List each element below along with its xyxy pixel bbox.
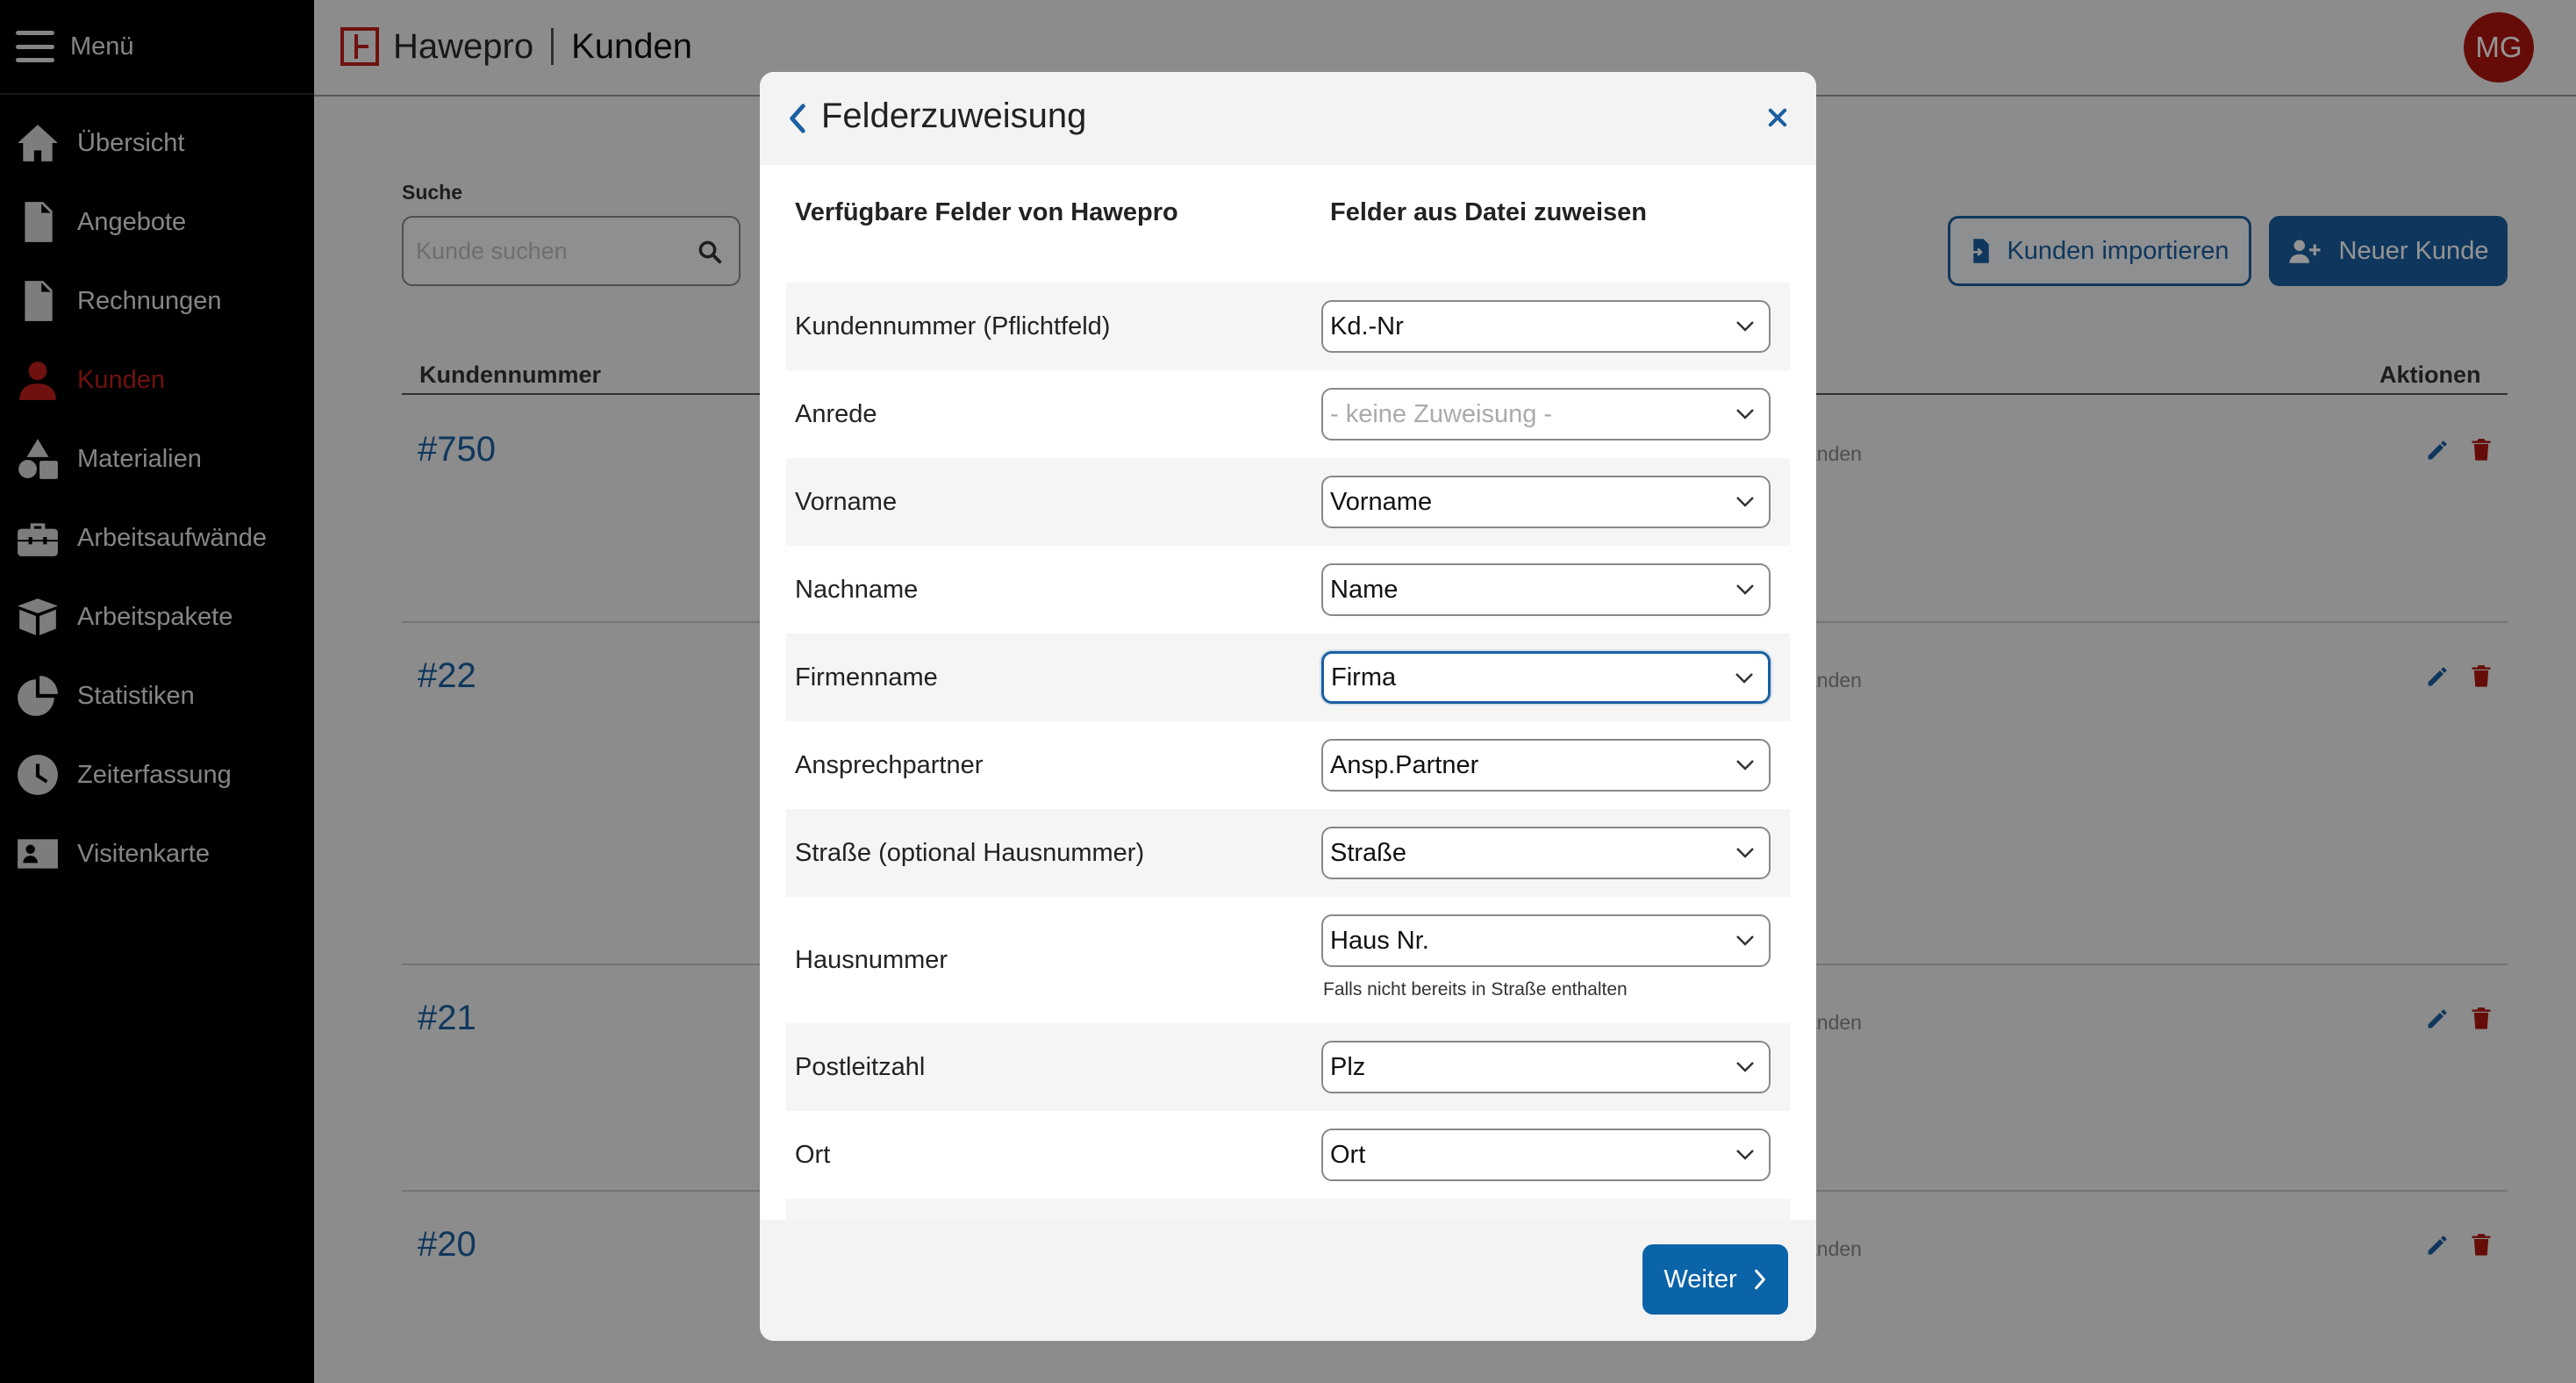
field-label: Straße (optional Hausnummer) bbox=[795, 838, 1145, 867]
chevron-down-icon bbox=[1736, 848, 1754, 858]
next-button-label: Weiter bbox=[1664, 1265, 1737, 1293]
chevron-down-icon bbox=[1735, 673, 1753, 684]
field-select-value: - keine Zuweisung - bbox=[1330, 399, 1553, 428]
mapping-row: Anrede - keine Zuweisung - bbox=[786, 370, 1790, 458]
mapping-row: Vorname Vorname bbox=[786, 458, 1790, 546]
field-select-value: Firma bbox=[1331, 663, 1397, 692]
mapping-row: Postleitzahl Plz bbox=[786, 1023, 1790, 1111]
field-select-value: Ansp.Partner bbox=[1330, 750, 1479, 779]
field-select[interactable]: Vorname bbox=[1321, 476, 1771, 528]
mapping-row: Hausnummer Haus Nr. Falls nicht bereits … bbox=[786, 897, 1790, 1023]
chevron-down-icon bbox=[1736, 1062, 1754, 1072]
field-select[interactable]: - keine Zuweisung - bbox=[1321, 388, 1771, 441]
mapping-row: Ansprechpartner Ansp.Partner bbox=[786, 721, 1790, 809]
field-label: Vorname bbox=[795, 487, 898, 516]
field-select-value: Straße bbox=[1330, 838, 1407, 867]
chevron-down-icon bbox=[1736, 1150, 1754, 1160]
chevron-right-icon bbox=[1754, 1269, 1765, 1290]
field-select-value: Plz bbox=[1330, 1052, 1366, 1081]
mapping-row: Nachname Name bbox=[786, 546, 1790, 634]
chevron-left-icon[interactable] bbox=[784, 102, 811, 135]
field-select[interactable]: Ort bbox=[1321, 1129, 1771, 1181]
field-label: Ort bbox=[795, 1140, 831, 1169]
next-button[interactable]: Weiter bbox=[1642, 1244, 1788, 1315]
field-select-value: Name bbox=[1330, 575, 1399, 604]
chevron-down-icon bbox=[1736, 584, 1754, 595]
field-label: Ansprechpartner bbox=[795, 750, 984, 779]
close-icon[interactable] bbox=[1765, 105, 1790, 130]
mapping-row: Kundennummer (Pflichtfeld) Kd.-Nr bbox=[786, 283, 1790, 370]
field-select[interactable]: Ansp.Partner bbox=[1321, 739, 1771, 792]
field-select-value: Kd.-Nr bbox=[1330, 312, 1404, 340]
column-title-assign: Felder aus Datei zuweisen bbox=[1330, 198, 1648, 226]
field-label: Postleitzahl bbox=[795, 1052, 926, 1081]
dialog-header: Felderzuweisung bbox=[760, 72, 1816, 165]
field-label: Hausnummer bbox=[795, 945, 948, 974]
mapping-row: Ort Ort bbox=[786, 1111, 1790, 1199]
field-label: Kundennummer (Pflichtfeld) bbox=[795, 312, 1111, 340]
field-select[interactable]: Kd.-Nr bbox=[1321, 300, 1771, 353]
field-label: Nachname bbox=[795, 575, 919, 604]
chevron-down-icon bbox=[1736, 497, 1754, 507]
mapping-row: Straße (optional Hausnummer) Straße bbox=[786, 809, 1790, 897]
field-select[interactable]: Firma bbox=[1321, 651, 1771, 704]
chevron-down-icon bbox=[1736, 321, 1754, 332]
field-select-value: Haus Nr. bbox=[1330, 926, 1429, 955]
field-hint: Falls nicht bereits in Straße enthalten bbox=[1323, 979, 1628, 1000]
field-select-value: Ort bbox=[1330, 1140, 1366, 1169]
field-select[interactable]: Plz bbox=[1321, 1041, 1771, 1093]
field-mapping-dialog: Felderzuweisung Verfügbare Felder von Ha… bbox=[760, 72, 1816, 1341]
field-label: Firmenname bbox=[795, 663, 938, 692]
field-select[interactable]: Haus Nr. bbox=[1321, 914, 1771, 967]
dialog-title: Felderzuweisung bbox=[821, 97, 1087, 135]
column-title-available: Verfügbare Felder von Hawepro bbox=[795, 198, 1178, 226]
mapping-row: Firmenname Firma bbox=[786, 634, 1790, 721]
chevron-down-icon bbox=[1736, 760, 1754, 770]
field-label: Anrede bbox=[795, 399, 877, 428]
field-select[interactable]: Straße bbox=[1321, 827, 1771, 879]
chevron-down-icon bbox=[1736, 409, 1754, 419]
chevron-down-icon bbox=[1736, 935, 1754, 946]
field-select-value: Vorname bbox=[1330, 487, 1433, 516]
field-select[interactable]: Name bbox=[1321, 563, 1771, 616]
